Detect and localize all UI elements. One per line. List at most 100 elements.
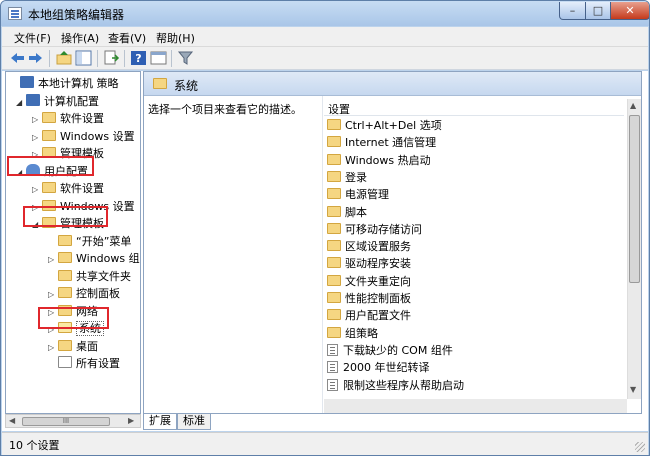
tab-standard[interactable]: 标准 xyxy=(177,414,211,430)
tree-pane: 本地计算机 策略 ◢ 计算机配置 ▷ 软件设置 ▷ Windows 设置 ▷ 管理模板 ◢ 用户配置… xyxy=(5,71,141,414)
folder-icon xyxy=(327,188,341,200)
list-item-label: Ctrl+Alt+Del 选项 xyxy=(345,119,442,132)
list-item[interactable]: Windows 热启动 xyxy=(327,152,431,169)
list-scroll-thumb[interactable] xyxy=(629,115,640,283)
list-item[interactable]: 区域设置服务 xyxy=(327,238,411,255)
policy-setting-icon xyxy=(327,378,338,391)
menu-view[interactable]: 查看(V) xyxy=(108,30,146,46)
highlight-box-user-config xyxy=(7,156,94,176)
highlight-box-system xyxy=(38,307,109,329)
toolbar-separator xyxy=(97,50,98,67)
list-item-label: 区域设置服务 xyxy=(345,240,411,254)
list-item[interactable]: Internet 通信管理 xyxy=(327,134,436,151)
window-title: 本地组策略编辑器 xyxy=(28,8,125,22)
tree-horizontal-scrollbar[interactable]: ◀ III ▶ xyxy=(5,414,141,428)
gpedit-app-icon xyxy=(8,7,22,20)
minimize-button[interactable]: – xyxy=(559,2,586,20)
forward-icon[interactable] xyxy=(27,50,44,66)
toolbar: ? xyxy=(2,47,648,70)
list-item[interactable]: 脚本 xyxy=(327,204,367,221)
list-horizontal-scrollbar[interactable] xyxy=(324,399,627,413)
tree-computer-config[interactable]: ◢ 计算机配置 xyxy=(16,93,99,110)
tree-scroll-thumb[interactable]: III xyxy=(22,417,110,426)
scroll-right-arrow-icon[interactable]: ▶ xyxy=(128,416,134,425)
list-item[interactable]: 驱动程序安装 xyxy=(327,255,411,272)
list-vertical-scrollbar[interactable]: ▲ ▼ xyxy=(627,99,641,399)
list-item[interactable]: 电源管理 xyxy=(327,186,389,203)
tree-item-label: 控制面板 xyxy=(76,287,120,300)
back-icon[interactable] xyxy=(9,50,26,66)
tree-item-label: 桌面 xyxy=(76,339,98,353)
svg-text:?: ? xyxy=(135,52,141,65)
column-header-label: 设置 xyxy=(328,103,350,116)
export-list-icon[interactable] xyxy=(103,50,120,66)
properties-icon[interactable] xyxy=(150,50,167,66)
tree-control-panel[interactable]: ▷ 控制面板 xyxy=(48,285,120,302)
expand-arrow-icon[interactable]: ▷ xyxy=(48,251,58,268)
scroll-down-arrow-icon[interactable]: ▼ xyxy=(630,385,636,394)
title-bar[interactable]: 本地组策略编辑器 – □ ✕ xyxy=(1,1,649,26)
tree-item-label: 软件设置 xyxy=(60,182,104,195)
list-item[interactable]: 文件夹重定向 xyxy=(327,273,411,290)
menu-bar: 文件(F) 操作(A) 查看(V) 帮助(H) xyxy=(2,27,648,47)
folder-icon xyxy=(58,234,72,246)
list-item-label: Internet 通信管理 xyxy=(345,136,437,150)
list-item[interactable]: 组策略 xyxy=(327,325,378,342)
show-hide-tree-icon[interactable] xyxy=(75,50,92,66)
tree-item-label: 计算机配置 xyxy=(44,94,99,108)
expand-arrow-icon[interactable]: ▷ xyxy=(48,339,58,356)
list-item[interactable]: 用户配置文件 xyxy=(327,307,411,324)
folder-icon xyxy=(327,257,341,269)
folder-icon xyxy=(327,292,341,303)
help-icon[interactable]: ? xyxy=(130,50,147,66)
close-button[interactable]: ✕ xyxy=(610,2,649,20)
resize-grip[interactable] xyxy=(635,442,645,452)
folder-icon xyxy=(327,153,341,165)
tree-desktop[interactable]: ▷ 桌面 xyxy=(48,338,98,355)
tree-local-policy[interactable]: 本地计算机 策略 xyxy=(10,75,119,92)
scroll-left-arrow-icon[interactable]: ◀ xyxy=(9,416,15,425)
maximize-button[interactable]: □ xyxy=(585,2,611,20)
folder-icon xyxy=(42,112,56,123)
tree-software-settings-2[interactable]: ▷ 软件设置 xyxy=(32,180,104,197)
pane-divider xyxy=(322,96,323,413)
view-tabs: 扩展 标准 xyxy=(143,414,443,430)
tree-software-settings-1[interactable]: ▷ 软件设置 xyxy=(32,110,104,127)
tree-shared-folders[interactable]: 共享文件夹 xyxy=(48,268,131,285)
status-bar: 10 个设置 xyxy=(2,432,648,455)
expand-arrow-icon[interactable]: ▷ xyxy=(32,129,42,146)
up-folder-icon[interactable] xyxy=(56,50,73,66)
folder-icon xyxy=(42,182,56,193)
tab-extended[interactable]: 扩展 xyxy=(143,414,177,430)
tree-all-settings[interactable]: 所有设置 xyxy=(48,355,120,372)
expand-arrow-icon[interactable]: ▷ xyxy=(32,111,42,128)
list-item[interactable]: 限制这些程序从帮助启动 xyxy=(327,377,464,394)
tree-start-menu[interactable]: “开始”菜单 xyxy=(48,233,131,250)
collapse-arrow-icon[interactable]: ◢ xyxy=(16,94,26,111)
tree-item-label: 软件设置 xyxy=(60,112,104,125)
list-item[interactable]: 登录 xyxy=(327,169,367,186)
expand-arrow-icon[interactable]: ▷ xyxy=(32,181,42,198)
tree-windows-components[interactable]: ▷ Windows 组 xyxy=(48,250,140,267)
folder-icon xyxy=(58,287,72,298)
tree-windows-settings-1[interactable]: ▷ Windows 设置 xyxy=(32,128,135,145)
list-item[interactable]: 可移动存储访问 xyxy=(327,221,422,238)
list-item[interactable]: 性能控制面板 xyxy=(327,290,411,307)
folder-icon xyxy=(327,205,341,217)
scroll-up-arrow-icon[interactable]: ▲ xyxy=(630,101,636,110)
expand-arrow-icon[interactable]: ▷ xyxy=(48,286,58,303)
filter-icon[interactable] xyxy=(177,50,194,66)
policy-setting-icon xyxy=(327,343,338,356)
column-header-settings[interactable]: 设置 xyxy=(324,99,624,116)
menu-help[interactable]: 帮助(H) xyxy=(156,30,195,46)
menu-file[interactable]: 文件(F) xyxy=(14,30,51,46)
list-item[interactable]: Ctrl+Alt+Del 选项 xyxy=(327,117,442,134)
folder-icon xyxy=(327,240,341,252)
menu-action[interactable]: 操作(A) xyxy=(61,30,99,46)
list-item[interactable]: 下载缺少的 COM 组件 xyxy=(327,342,453,359)
folder-icon xyxy=(58,252,72,263)
computer-icon xyxy=(26,93,40,106)
list-item[interactable]: 2000 年世纪转译 xyxy=(327,359,430,376)
status-text: 10 个设置 xyxy=(9,439,60,452)
list-item-label: 驱动程序安装 xyxy=(345,257,411,271)
